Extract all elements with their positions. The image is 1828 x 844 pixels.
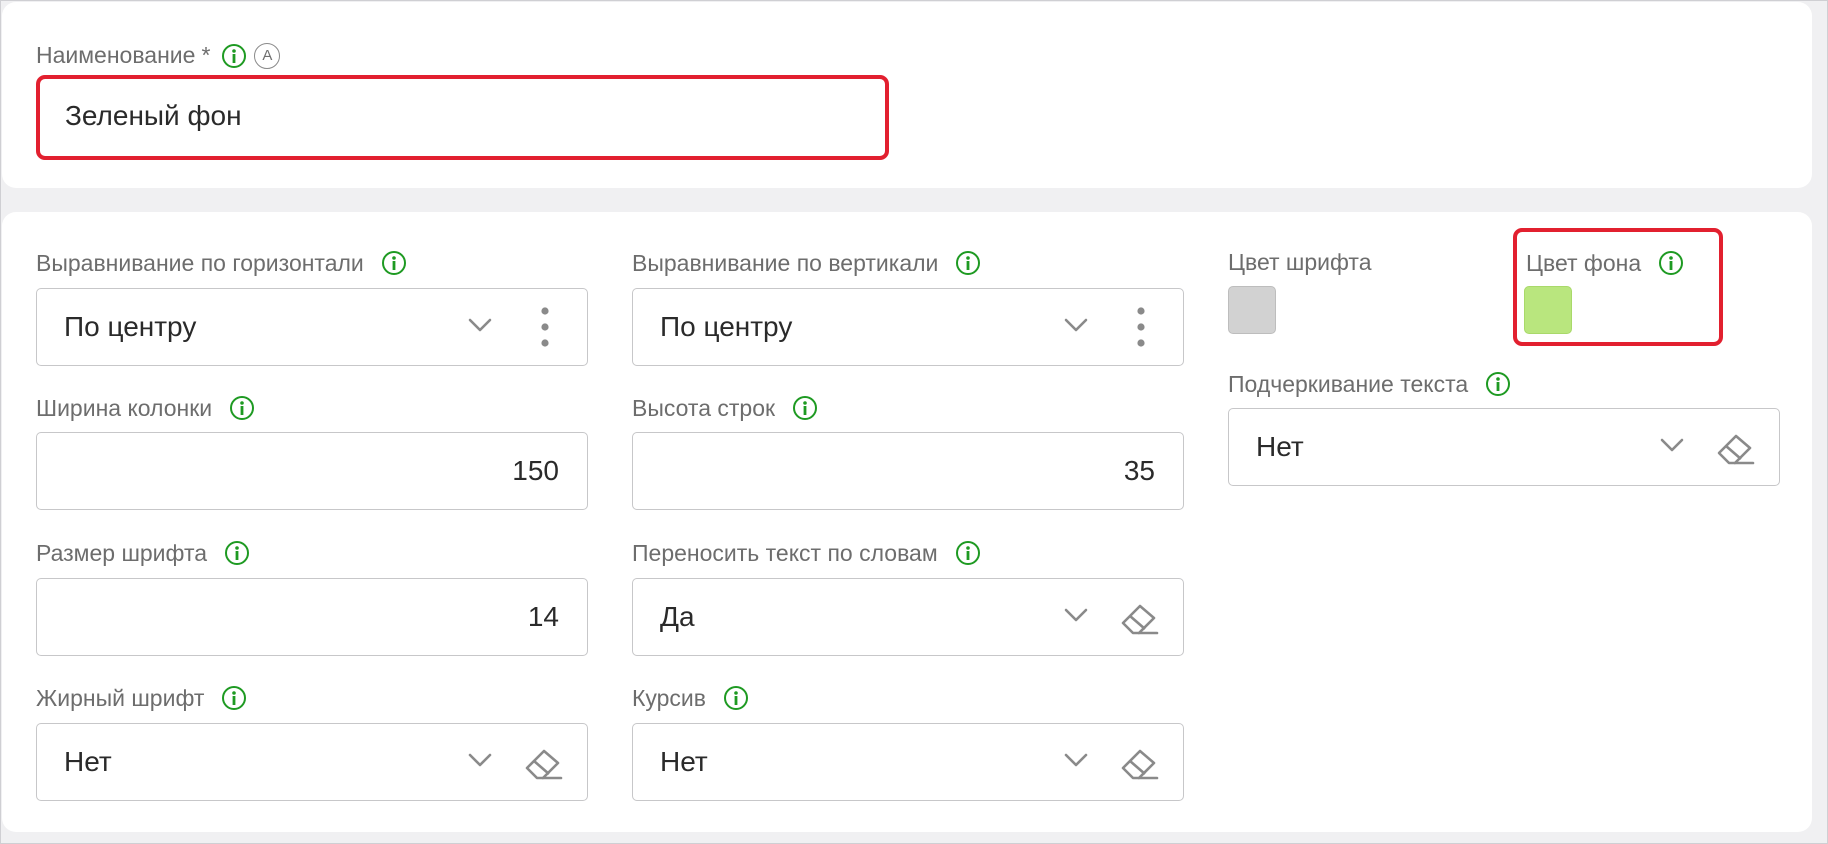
chevron-down-icon[interactable] — [467, 752, 493, 773]
eraser-icon[interactable] — [523, 744, 565, 787]
word-wrap-value: Да — [660, 601, 695, 632]
v-align-value: По центру — [660, 311, 793, 342]
info-icon[interactable] — [222, 43, 247, 68]
underline-select[interactable]: Нет — [1228, 408, 1780, 486]
info-icon[interactable] — [955, 541, 980, 565]
font-color-swatch[interactable] — [1228, 286, 1276, 334]
info-icon[interactable] — [230, 396, 255, 420]
eraser-icon[interactable] — [1715, 429, 1757, 472]
chevron-down-icon[interactable] — [1063, 752, 1089, 773]
underline-value: Нет — [1256, 431, 1304, 462]
info-icon[interactable] — [724, 686, 748, 710]
word-wrap-select[interactable]: Да — [632, 578, 1184, 656]
v-align-label-row: Выравнивание по вертикали — [632, 249, 981, 276]
info-icon[interactable] — [956, 251, 981, 275]
h-align-label-row: Выравнивание по горизонтали — [36, 251, 406, 275]
chevron-down-icon[interactable] — [467, 317, 493, 338]
eraser-icon[interactable] — [1119, 599, 1161, 642]
info-icon[interactable] — [225, 541, 250, 565]
col-width-input[interactable]: 150 — [36, 432, 588, 510]
bold-value: Нет — [64, 746, 112, 777]
required-mark: * — [201, 42, 211, 68]
underline-label: Подчеркивание текста — [1228, 370, 1469, 397]
v-align-select[interactable]: По центру — [632, 288, 1184, 366]
bold-label-row: Жирный шрифт — [36, 684, 247, 711]
row-height-input[interactable]: 35 — [632, 432, 1184, 510]
name-input-value: Зеленый фон — [65, 100, 242, 131]
font-color-label: Цвет шрифта — [1228, 249, 1372, 275]
chevron-down-icon[interactable] — [1659, 437, 1685, 458]
font-color-label-row: Цвет шрифта — [1228, 251, 1372, 274]
chevron-down-icon[interactable] — [1063, 317, 1089, 338]
info-icon[interactable] — [1659, 251, 1684, 275]
bold-select[interactable]: Нет — [36, 723, 588, 801]
col-width-label-row: Ширина колонки — [36, 394, 255, 421]
chevron-down-icon[interactable] — [1063, 607, 1089, 628]
name-label-row: Наименование * A — [36, 42, 281, 69]
name-label: Наименование — [36, 42, 196, 68]
word-wrap-label-row: Переносить текст по словам — [632, 541, 980, 565]
info-icon[interactable] — [1486, 372, 1511, 396]
bold-label: Жирный шрифт — [36, 684, 205, 711]
bg-color-label-row: Цвет фона — [1526, 249, 1684, 276]
word-wrap-label: Переносить текст по словам — [632, 539, 938, 566]
v-align-label: Выравнивание по вертикали — [632, 249, 939, 276]
italic-label-row: Курсив — [632, 686, 748, 710]
row-height-label: Высота строк — [632, 394, 776, 421]
auto-badge-icon: A — [254, 42, 281, 69]
italic-value: Нет — [660, 746, 708, 777]
font-size-label-row: Размер шрифта — [36, 539, 250, 566]
eraser-icon[interactable] — [1119, 744, 1161, 787]
h-align-value: По центру — [64, 311, 197, 342]
row-height-value: 35 — [1123, 455, 1155, 486]
font-size-label: Размер шрифта — [36, 539, 208, 566]
more-vertical-icon[interactable] — [541, 307, 549, 352]
info-icon[interactable] — [381, 251, 406, 275]
col-width-label: Ширина колонки — [36, 394, 213, 421]
more-vertical-icon[interactable] — [1137, 307, 1145, 352]
font-size-input[interactable]: 14 — [36, 578, 588, 656]
info-icon[interactable] — [793, 396, 818, 420]
bg-color-swatch[interactable] — [1524, 286, 1572, 334]
h-align-select[interactable]: По центру — [36, 288, 588, 366]
italic-label: Курсив — [632, 684, 706, 711]
underline-label-row: Подчеркивание текста — [1228, 370, 1511, 397]
h-align-label: Выравнивание по горизонтали — [36, 249, 364, 276]
bg-color-label: Цвет фона — [1526, 249, 1642, 276]
font-size-value: 14 — [527, 601, 559, 632]
col-width-value: 150 — [512, 455, 559, 486]
info-icon[interactable] — [222, 686, 247, 710]
name-input[interactable]: Зеленый фон — [38, 78, 885, 154]
row-height-label-row: Высота строк — [632, 394, 818, 421]
italic-select[interactable]: Нет — [632, 723, 1184, 801]
